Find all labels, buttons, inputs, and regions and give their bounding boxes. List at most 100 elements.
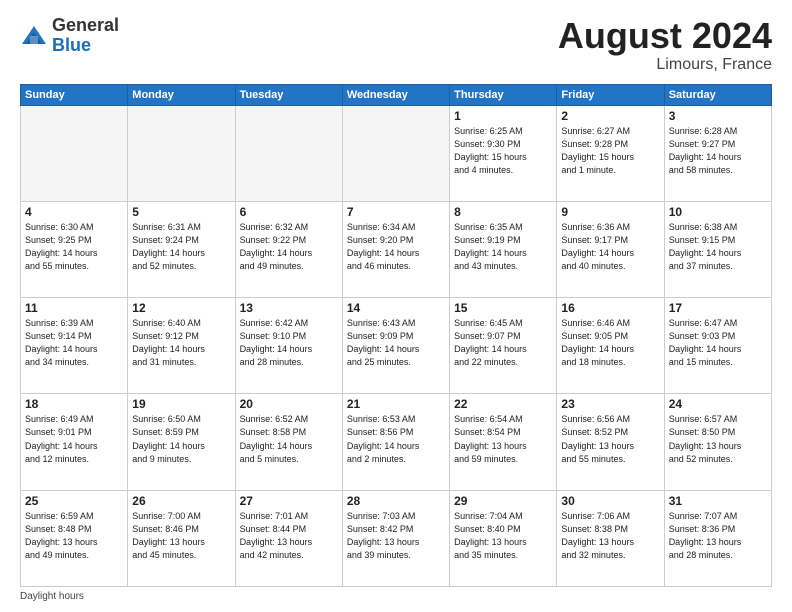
- calendar-cell: 31 Sunrise: 7:07 AM Sunset: 8:36 PM Dayli…: [664, 490, 771, 586]
- day-number: 18: [25, 397, 123, 411]
- day-info: Sunrise: 6:57 AM Sunset: 8:50 PM Dayligh…: [669, 413, 767, 465]
- day-number: 7: [347, 205, 445, 219]
- day-number: 25: [25, 494, 123, 508]
- day-info: Sunrise: 7:00 AM Sunset: 8:46 PM Dayligh…: [132, 510, 230, 562]
- calendar-cell: 3 Sunrise: 6:28 AM Sunset: 9:27 PM Daylig…: [664, 105, 771, 201]
- calendar-cell: 8 Sunrise: 6:35 AM Sunset: 9:19 PM Daylig…: [450, 201, 557, 297]
- day-info: Sunrise: 6:39 AM Sunset: 9:14 PM Dayligh…: [25, 317, 123, 369]
- day-info: Sunrise: 6:38 AM Sunset: 9:15 PM Dayligh…: [669, 221, 767, 273]
- day-number: 12: [132, 301, 230, 315]
- calendar-cell: 6Sunrise: 6:32 AM Sunset: 9:22 PM Daylig…: [235, 201, 342, 297]
- day-number: 21: [347, 397, 445, 411]
- calendar-day-header: Tuesday: [235, 84, 342, 105]
- calendar-cell: 20 Sunrise: 6:52 AM Sunset: 8:58 PM Dayli…: [235, 394, 342, 490]
- day-info: Sunrise: 6:27 AM Sunset: 9:28 PM Dayligh…: [561, 125, 659, 177]
- calendar-cell: 23 Sunrise: 6:56 AM Sunset: 8:52 PM Dayli…: [557, 394, 664, 490]
- calendar-cell: 13Sunrise: 6:42 AM Sunset: 9:10 PM Dayli…: [235, 298, 342, 394]
- day-info: Sunrise: 6:35 AM Sunset: 9:19 PM Dayligh…: [454, 221, 552, 273]
- day-number: 29: [454, 494, 552, 508]
- calendar-cell: 25 Sunrise: 6:59 AM Sunset: 8:48 PM Dayli…: [21, 490, 128, 586]
- calendar-cell: 30Sunrise: 7:06 AM Sunset: 8:38 PM Dayli…: [557, 490, 664, 586]
- calendar-cell: [342, 105, 449, 201]
- calendar-week-row: 11 Sunrise: 6:39 AM Sunset: 9:14 PM Dayli…: [21, 298, 772, 394]
- calendar-cell: 7 Sunrise: 6:34 AM Sunset: 9:20 PM Daylig…: [342, 201, 449, 297]
- day-number: 23: [561, 397, 659, 411]
- day-number: 31: [669, 494, 767, 508]
- day-info: Sunrise: 6:34 AM Sunset: 9:20 PM Dayligh…: [347, 221, 445, 273]
- calendar-week-row: 18 Sunrise: 6:49 AM Sunset: 9:01 PM Dayli…: [21, 394, 772, 490]
- logo-blue: Blue: [52, 36, 119, 56]
- calendar-cell: 21 Sunrise: 6:53 AM Sunset: 8:56 PM Dayli…: [342, 394, 449, 490]
- day-number: 14: [347, 301, 445, 315]
- calendar-cell: 2 Sunrise: 6:27 AM Sunset: 9:28 PM Daylig…: [557, 105, 664, 201]
- day-info: Sunrise: 6:54 AM Sunset: 8:54 PM Dayligh…: [454, 413, 552, 465]
- calendar-day-header: Sunday: [21, 84, 128, 105]
- day-number: 3: [669, 109, 767, 123]
- day-number: 28: [347, 494, 445, 508]
- day-info: Sunrise: 6:30 AM Sunset: 9:25 PM Dayligh…: [25, 221, 123, 273]
- calendar-table: SundayMondayTuesdayWednesdayThursdayFrid…: [20, 84, 772, 587]
- day-info: Sunrise: 7:06 AM Sunset: 8:38 PM Dayligh…: [561, 510, 659, 562]
- day-info: Sunrise: 6:28 AM Sunset: 9:27 PM Dayligh…: [669, 125, 767, 177]
- day-number: 16: [561, 301, 659, 315]
- day-info: Sunrise: 6:59 AM Sunset: 8:48 PM Dayligh…: [25, 510, 123, 562]
- day-info: Sunrise: 6:25 AM Sunset: 9:30 PM Dayligh…: [454, 125, 552, 177]
- day-info: Sunrise: 6:49 AM Sunset: 9:01 PM Dayligh…: [25, 413, 123, 465]
- day-number: 22: [454, 397, 552, 411]
- calendar-cell: 1Sunrise: 6:25 AM Sunset: 9:30 PM Daylig…: [450, 105, 557, 201]
- calendar-cell: 11 Sunrise: 6:39 AM Sunset: 9:14 PM Dayli…: [21, 298, 128, 394]
- day-number: 8: [454, 205, 552, 219]
- calendar-cell: 29Sunrise: 7:04 AM Sunset: 8:40 PM Dayli…: [450, 490, 557, 586]
- day-info: Sunrise: 6:45 AM Sunset: 9:07 PM Dayligh…: [454, 317, 552, 369]
- day-number: 4: [25, 205, 123, 219]
- logo-text: General Blue: [52, 16, 119, 56]
- calendar-cell: 27Sunrise: 7:01 AM Sunset: 8:44 PM Dayli…: [235, 490, 342, 586]
- day-number: 11: [25, 301, 123, 315]
- day-info: Sunrise: 6:52 AM Sunset: 8:58 PM Dayligh…: [240, 413, 338, 465]
- calendar-week-row: 1Sunrise: 6:25 AM Sunset: 9:30 PM Daylig…: [21, 105, 772, 201]
- title-block: August 2024 Limours, France: [558, 16, 772, 74]
- calendar-cell: [128, 105, 235, 201]
- header: General Blue August 2024 Limours, France: [20, 16, 772, 74]
- day-info: Sunrise: 6:42 AM Sunset: 9:10 PM Dayligh…: [240, 317, 338, 369]
- calendar-cell: 24 Sunrise: 6:57 AM Sunset: 8:50 PM Dayli…: [664, 394, 771, 490]
- calendar-cell: 15 Sunrise: 6:45 AM Sunset: 9:07 PM Dayli…: [450, 298, 557, 394]
- day-info: Sunrise: 6:36 AM Sunset: 9:17 PM Dayligh…: [561, 221, 659, 273]
- calendar-day-header: Wednesday: [342, 84, 449, 105]
- day-info: Sunrise: 6:31 AM Sunset: 9:24 PM Dayligh…: [132, 221, 230, 273]
- calendar-cell: 9Sunrise: 6:36 AM Sunset: 9:17 PM Daylig…: [557, 201, 664, 297]
- calendar-cell: 18 Sunrise: 6:49 AM Sunset: 9:01 PM Dayli…: [21, 394, 128, 490]
- calendar-cell: 14Sunrise: 6:43 AM Sunset: 9:09 PM Dayli…: [342, 298, 449, 394]
- calendar-cell: [235, 105, 342, 201]
- location: Limours, France: [558, 56, 772, 74]
- calendar-cell: 16Sunrise: 6:46 AM Sunset: 9:05 PM Dayli…: [557, 298, 664, 394]
- day-number: 19: [132, 397, 230, 411]
- calendar-cell: 17Sunrise: 6:47 AM Sunset: 9:03 PM Dayli…: [664, 298, 771, 394]
- month-year: August 2024: [558, 16, 772, 56]
- calendar-cell: 4 Sunrise: 6:30 AM Sunset: 9:25 PM Daylig…: [21, 201, 128, 297]
- day-info: Sunrise: 6:50 AM Sunset: 8:59 PM Dayligh…: [132, 413, 230, 465]
- calendar-cell: 26Sunrise: 7:00 AM Sunset: 8:46 PM Dayli…: [128, 490, 235, 586]
- day-number: 2: [561, 109, 659, 123]
- day-number: 20: [240, 397, 338, 411]
- calendar-day-header: Monday: [128, 84, 235, 105]
- calendar-day-header: Thursday: [450, 84, 557, 105]
- day-info: Sunrise: 6:56 AM Sunset: 8:52 PM Dayligh…: [561, 413, 659, 465]
- calendar-day-header: Friday: [557, 84, 664, 105]
- logo-general: General: [52, 16, 119, 36]
- day-number: 10: [669, 205, 767, 219]
- day-number: 6: [240, 205, 338, 219]
- day-number: 24: [669, 397, 767, 411]
- day-info: Sunrise: 6:40 AM Sunset: 9:12 PM Dayligh…: [132, 317, 230, 369]
- day-info: Sunrise: 6:47 AM Sunset: 9:03 PM Dayligh…: [669, 317, 767, 369]
- day-number: 15: [454, 301, 552, 315]
- logo-icon: [20, 22, 48, 50]
- calendar-cell: 12 Sunrise: 6:40 AM Sunset: 9:12 PM Dayli…: [128, 298, 235, 394]
- calendar-cell: 22 Sunrise: 6:54 AM Sunset: 8:54 PM Dayli…: [450, 394, 557, 490]
- day-info: Sunrise: 7:03 AM Sunset: 8:42 PM Dayligh…: [347, 510, 445, 562]
- calendar-cell: 28 Sunrise: 7:03 AM Sunset: 8:42 PM Dayli…: [342, 490, 449, 586]
- page: General Blue August 2024 Limours, France…: [0, 0, 792, 612]
- calendar-cell: 10 Sunrise: 6:38 AM Sunset: 9:15 PM Dayli…: [664, 201, 771, 297]
- day-info: Sunrise: 7:07 AM Sunset: 8:36 PM Dayligh…: [669, 510, 767, 562]
- day-info: Sunrise: 6:53 AM Sunset: 8:56 PM Dayligh…: [347, 413, 445, 465]
